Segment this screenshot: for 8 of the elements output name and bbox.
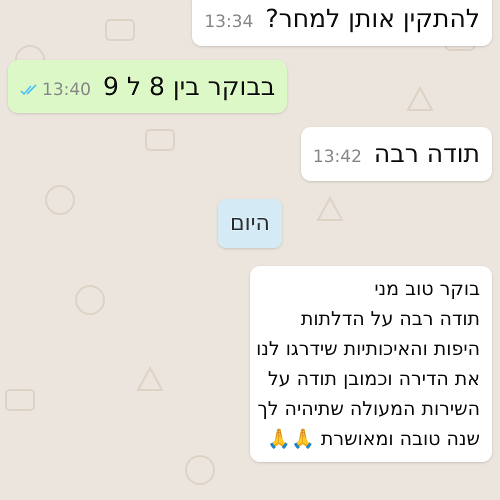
message-text: בוקר טוב מני תודה רבה על הדלתות היפות והאיכותיות שידרגו לנו את הדירה וכמובן תודה על השירות המעולה שתיהיה לך שנה טובה ומאושרת 🙏🙏 (256, 276, 480, 452)
date-chip: היום (218, 198, 282, 248)
message-text: להתקין אותן למחר? (265, 3, 480, 35)
message-text: תודה רבה (374, 138, 480, 170)
message-time: 13:34 (204, 11, 254, 34)
message-time: 13:42 (312, 146, 362, 169)
message-text: בבוקר בין 8 ל 9 (103, 70, 276, 102)
message-time: 13:40 (42, 78, 91, 102)
